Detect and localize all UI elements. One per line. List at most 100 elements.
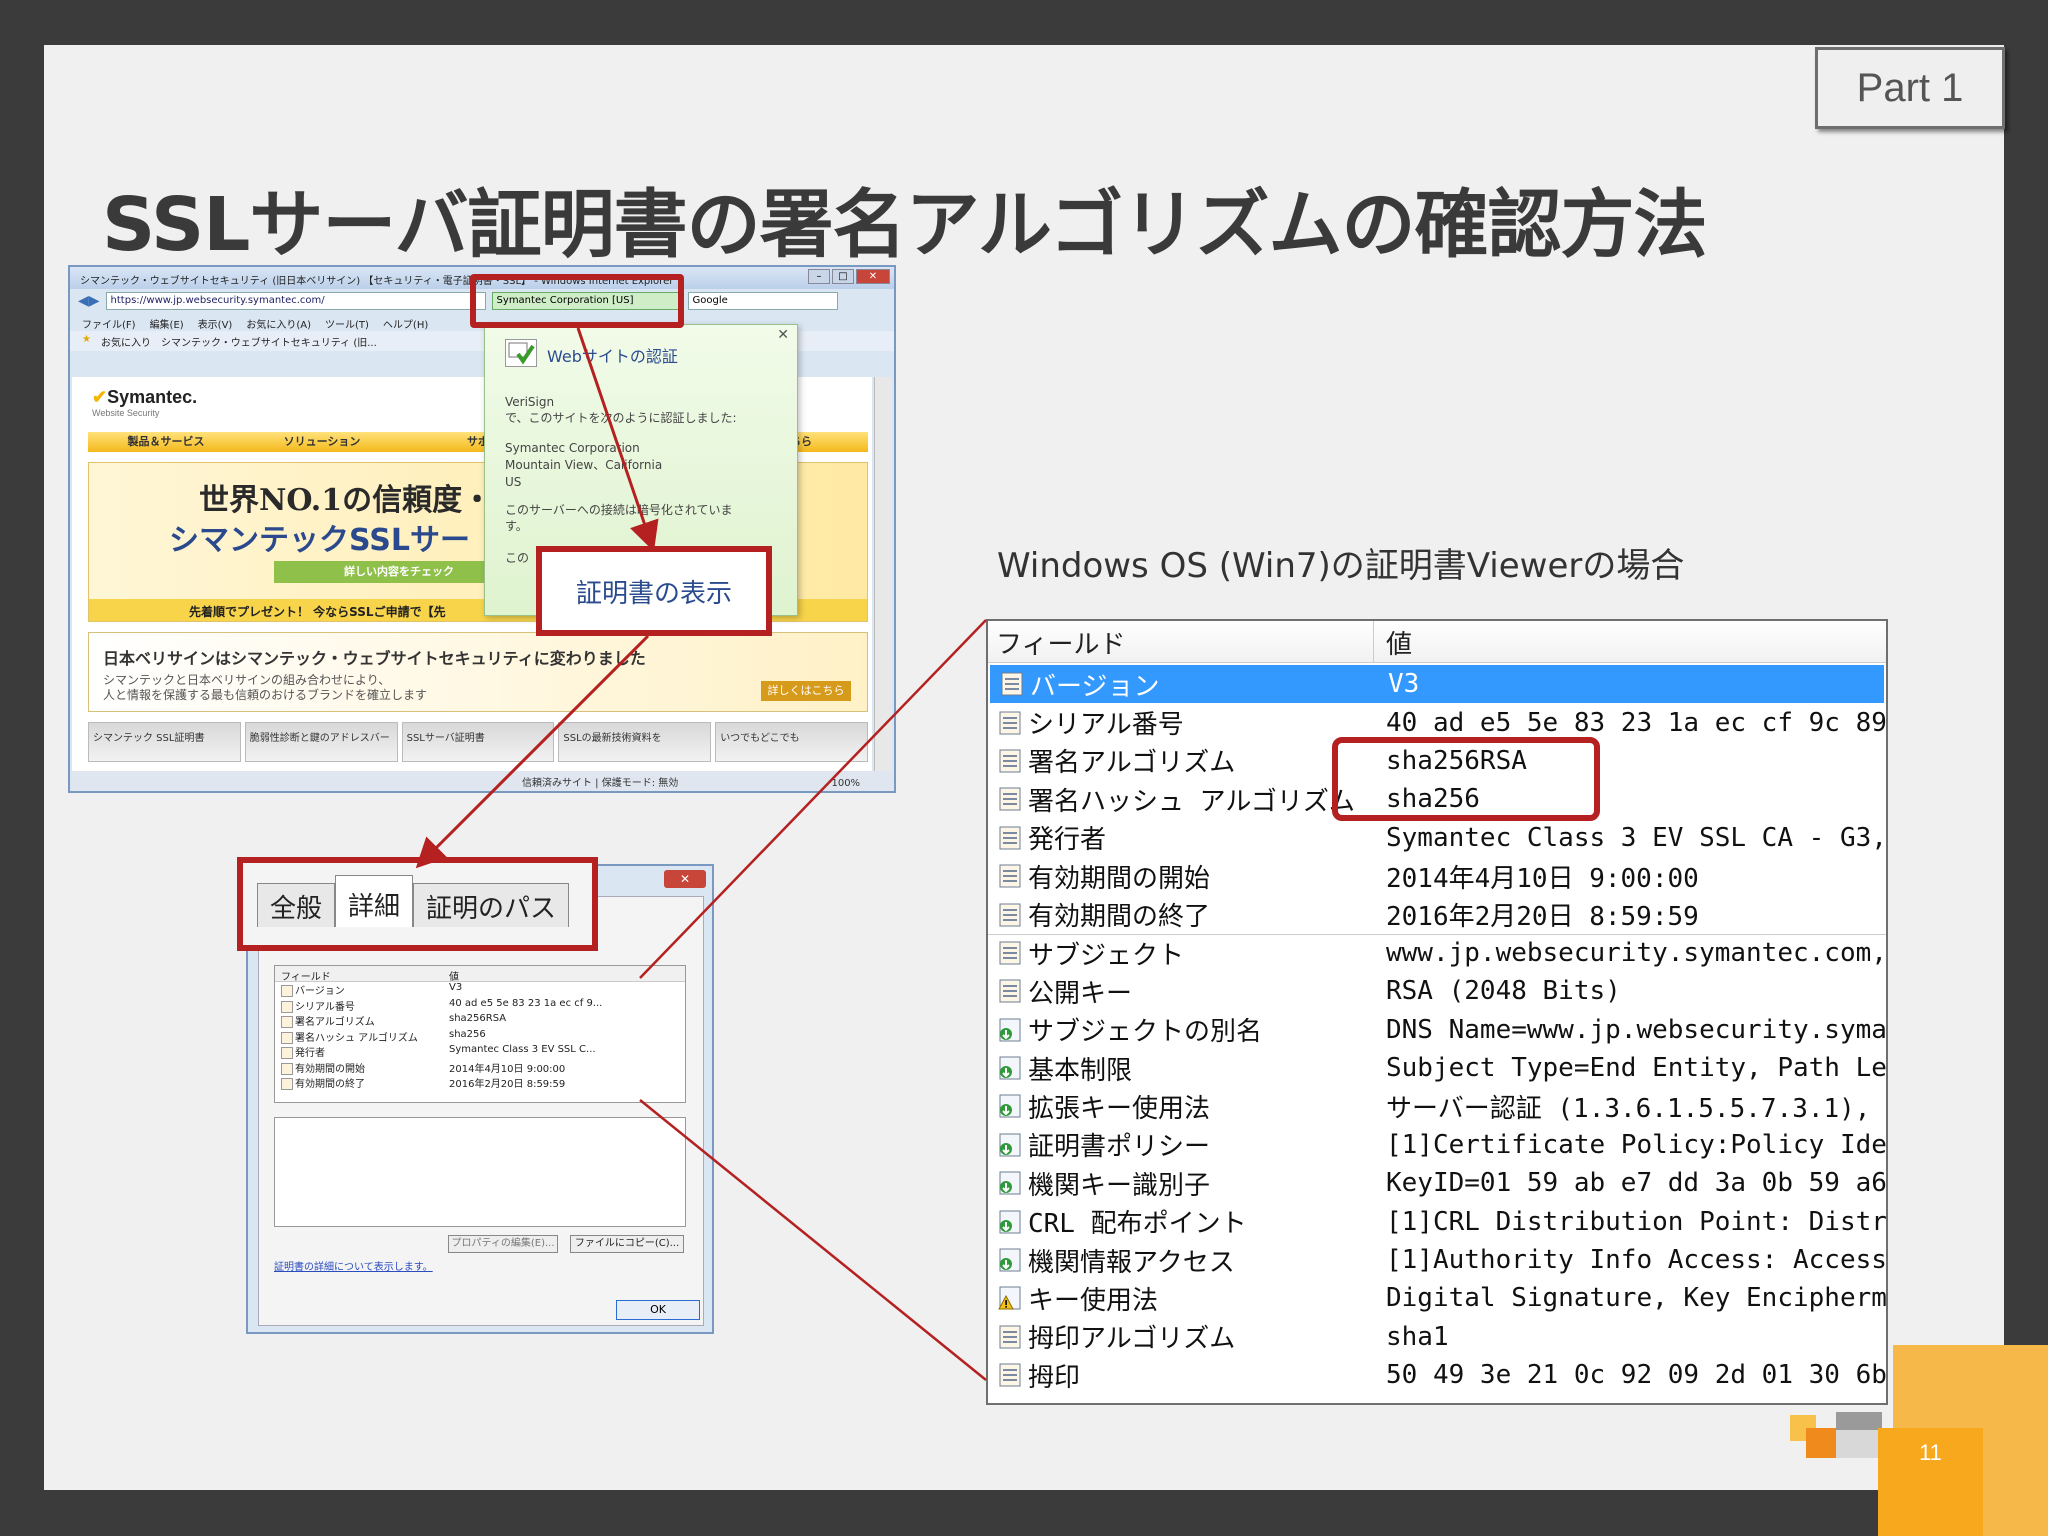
field-value: 2014年4月10日 9:00:00 xyxy=(1386,863,1699,894)
mini-list-item[interactable]: 署名ハッシュ アルゴリズム sha256 xyxy=(275,1029,685,1045)
table-row[interactable]: 有効期間の開始 2014年4月10日 9:00:00 xyxy=(988,857,1886,895)
promo-thumb[interactable]: SSLの最新技術資料を xyxy=(558,722,712,762)
favorites-star-icon[interactable]: ★ xyxy=(82,334,91,348)
view-certificate-button[interactable]: 証明書の表示 xyxy=(536,546,772,636)
mini-field-value: 2016年2月20日 8:59:59 xyxy=(449,1079,566,1090)
mini-list-item[interactable]: 有効期間の開始 2014年4月10日 9:00:00 xyxy=(275,1060,685,1076)
field-document-icon xyxy=(996,862,1024,890)
deco-square xyxy=(1836,1412,1882,1430)
menu-favorites[interactable]: お気に入り(A) xyxy=(246,316,311,331)
field-name: キー使用法 xyxy=(1028,1285,1159,1316)
viewer-caption: Windows OS (Win7)の証明書Viewerの場合 xyxy=(997,546,1685,586)
table-row[interactable]: 拇印アルゴリズム sha1 xyxy=(988,1318,1886,1356)
field-value: [1]Authority Info Access: Access Method.… xyxy=(1386,1245,1886,1276)
table-row[interactable]: 発行者 Symantec Class 3 EV SSL CA - G3, Sy..… xyxy=(988,819,1886,857)
search-field[interactable]: Google xyxy=(687,292,838,310)
info-more-button[interactable]: 詳しくはこちら xyxy=(761,681,851,701)
info-box: 日本ベリサインはシマンテック・ウェブサイトセキュリティに変わりました シマンテッ… xyxy=(88,632,868,712)
info-text: シマンテックと日本ベリサインの組み合わせにより、 人と情報を保護する最も信頼のお… xyxy=(103,673,428,702)
field-value: DNS Name=www.jp.websecurity.symantec... xyxy=(1386,1014,1886,1045)
field-value: [1]CRL Distribution Point: Distribution … xyxy=(1386,1206,1886,1237)
field-value: RSA (2048 Bits) xyxy=(1386,976,1621,1007)
table-row[interactable]: キー使用法 Digital Signature, Key Encipherment… xyxy=(988,1279,1886,1317)
mini-value-pane[interactable] xyxy=(274,1117,686,1227)
field-name: 機関情報アクセス xyxy=(1028,1247,1235,1278)
maximize-button[interactable]: □ xyxy=(832,269,854,284)
close-icon[interactable]: ✕ xyxy=(777,327,789,343)
symantec-logo[interactable]: ✔Symantec. Website Security xyxy=(92,387,197,418)
popup-issuer: VeriSign xyxy=(505,395,555,409)
table-row[interactable]: サブジェクト www.jp.websecurity.symantec.com, S… xyxy=(988,933,1886,972)
mini-header: フィールド 値 xyxy=(275,966,685,983)
edit-properties-button[interactable]: プロパティの編集(E)... xyxy=(448,1235,558,1253)
menu-tools[interactable]: ツール(T) xyxy=(325,316,369,331)
deco-square xyxy=(1836,1430,1882,1458)
table-row[interactable]: 拡張キー使用法 サーバー認証 (1.3.6.1.5.5.7.3.1), クライアン… xyxy=(988,1087,1886,1125)
menu-help[interactable]: ヘルプ(H) xyxy=(383,316,428,331)
info-title: 日本ベリサインはシマンテック・ウェブサイトセキュリティに変わりました xyxy=(103,649,646,668)
tab-general[interactable]: 全般 xyxy=(257,883,336,927)
close-button[interactable]: ✕ xyxy=(856,269,890,284)
field-document-icon xyxy=(996,709,1024,737)
mini-list-item[interactable]: 署名アルゴリズム sha256RSA xyxy=(275,1013,685,1029)
popup-encrypted-text: このサーバーへの接続は暗号化されていま xyxy=(505,503,733,517)
extension-field-icon xyxy=(996,1169,1024,1197)
table-row[interactable]: CRL 配布ポイント [1]CRL Distribution Point: Dis… xyxy=(988,1202,1886,1240)
mini-field-list[interactable]: フィールド 値 バージョン V3 シリアル番号 40 ad e5 5e 83 23 1… xyxy=(274,965,686,1103)
vertical-scrollbar[interactable] xyxy=(874,377,892,772)
nav-products[interactable]: 製品＆サービス xyxy=(88,432,244,452)
table-row[interactable]: バージョン V3 xyxy=(990,665,1884,704)
dialog-close-button[interactable]: ✕ xyxy=(664,870,706,888)
menu-view[interactable]: 表示(V) xyxy=(198,316,233,331)
menu-file[interactable]: ファイル(F) xyxy=(82,316,136,331)
table-row[interactable]: 有効期間の終了 2016年2月20日 8:59:59 xyxy=(988,895,1886,933)
field-value: Symantec Class 3 EV SSL CA - G3, Sy... xyxy=(1386,822,1886,853)
field-document-icon xyxy=(996,901,1024,929)
favorites-label[interactable]: お気に入り xyxy=(101,334,151,349)
mini-field-value: 40 ad e5 5e 83 23 1a ec cf 9... xyxy=(449,997,603,1009)
field-value: 50 49 3e 21 0c 92 09 2d 01 30 6b 98 c2 .… xyxy=(1386,1360,1886,1391)
header-field[interactable]: フィールド xyxy=(988,621,1374,662)
table-row[interactable]: 機関情報アクセス [1]Authority Info Access: Access… xyxy=(988,1241,1886,1279)
field-document-icon xyxy=(996,747,1024,775)
mini-list-item[interactable]: バージョン V3 xyxy=(275,982,685,998)
field-name: 基本制限 xyxy=(1028,1055,1133,1086)
deco-square xyxy=(1806,1428,1836,1458)
url-field[interactable]: https://www.jp.websecurity.symantec.com/ xyxy=(105,292,486,310)
tab-cert-path[interactable]: 証明のパス xyxy=(413,883,570,927)
table-row[interactable]: サブジェクトの別名 DNS Name=www.jp.websecurity.sym… xyxy=(988,1011,1886,1049)
header-value[interactable]: 値 xyxy=(1374,621,1424,662)
promo-thumb[interactable]: シマンテック SSL証明書 xyxy=(88,722,241,762)
field-name: 発行者 xyxy=(1028,825,1107,856)
tab-details[interactable]: 詳細 xyxy=(335,875,414,927)
mini-list-item[interactable]: 発行者 Symantec Class 3 EV SSL C... xyxy=(275,1044,685,1060)
mini-list-item[interactable]: 有効期間の終了 2016年2月20日 8:59:59 xyxy=(275,1075,685,1091)
table-row[interactable]: 公開キー RSA (2048 Bits) xyxy=(988,972,1886,1010)
learn-more-link[interactable]: 証明書の詳細について表示します。 xyxy=(274,1258,433,1273)
favorites-tab[interactable]: シマンテック・ウェブサイトセキュリティ (旧... xyxy=(161,334,377,349)
extension-field-icon xyxy=(996,1092,1024,1120)
table-row[interactable]: 証明書ポリシー [1]Certificate Policy:Policy Iden… xyxy=(988,1126,1886,1164)
field-value: V3 xyxy=(1388,669,1420,700)
back-forward-icon[interactable]: ◀▶ xyxy=(78,293,100,309)
copy-to-file-button[interactable]: ファイルにコピー(C)... xyxy=(570,1235,684,1253)
mini-field-name: シリアル番号 xyxy=(281,998,449,1014)
field-value: www.jp.websecurity.symantec.com, Syma... xyxy=(1386,938,1886,969)
promo-thumb[interactable]: いつでもどこでも xyxy=(715,722,868,762)
table-row[interactable]: 機関キー識別子 KeyID=01 59 ab e7 dd 3a 0b 59 a6 … xyxy=(988,1164,1886,1202)
checkmark-icon: ✔ xyxy=(92,387,108,407)
menu-edit[interactable]: 編集(E) xyxy=(150,316,184,331)
popup-verified-text: で、このサイトを次のように認証しました: xyxy=(505,411,737,425)
field-name: 機関キー識別子 xyxy=(1028,1170,1211,1201)
promo-thumb[interactable]: 脆弱性診断と鍵のアドレスバー xyxy=(244,722,398,762)
certificate-icon xyxy=(505,339,537,367)
table-row[interactable]: 基本制限 Subject Type=End Entity, Path Length… xyxy=(988,1049,1886,1087)
nav-solutions[interactable]: ソリューション xyxy=(244,432,400,452)
zoom-level[interactable]: 100% xyxy=(831,778,860,789)
minimize-button[interactable]: – xyxy=(808,269,830,284)
ok-button[interactable]: OK xyxy=(616,1300,700,1320)
table-row[interactable]: 拇印 50 49 3e 21 0c 92 09 2d 01 30 6b 98 c2… xyxy=(988,1356,1886,1394)
field-document-icon xyxy=(996,785,1024,813)
mini-list-item[interactable]: シリアル番号 40 ad e5 5e 83 23 1a ec cf 9... xyxy=(275,998,685,1014)
promo-thumb[interactable]: SSLサーバ証明書 xyxy=(401,722,555,762)
